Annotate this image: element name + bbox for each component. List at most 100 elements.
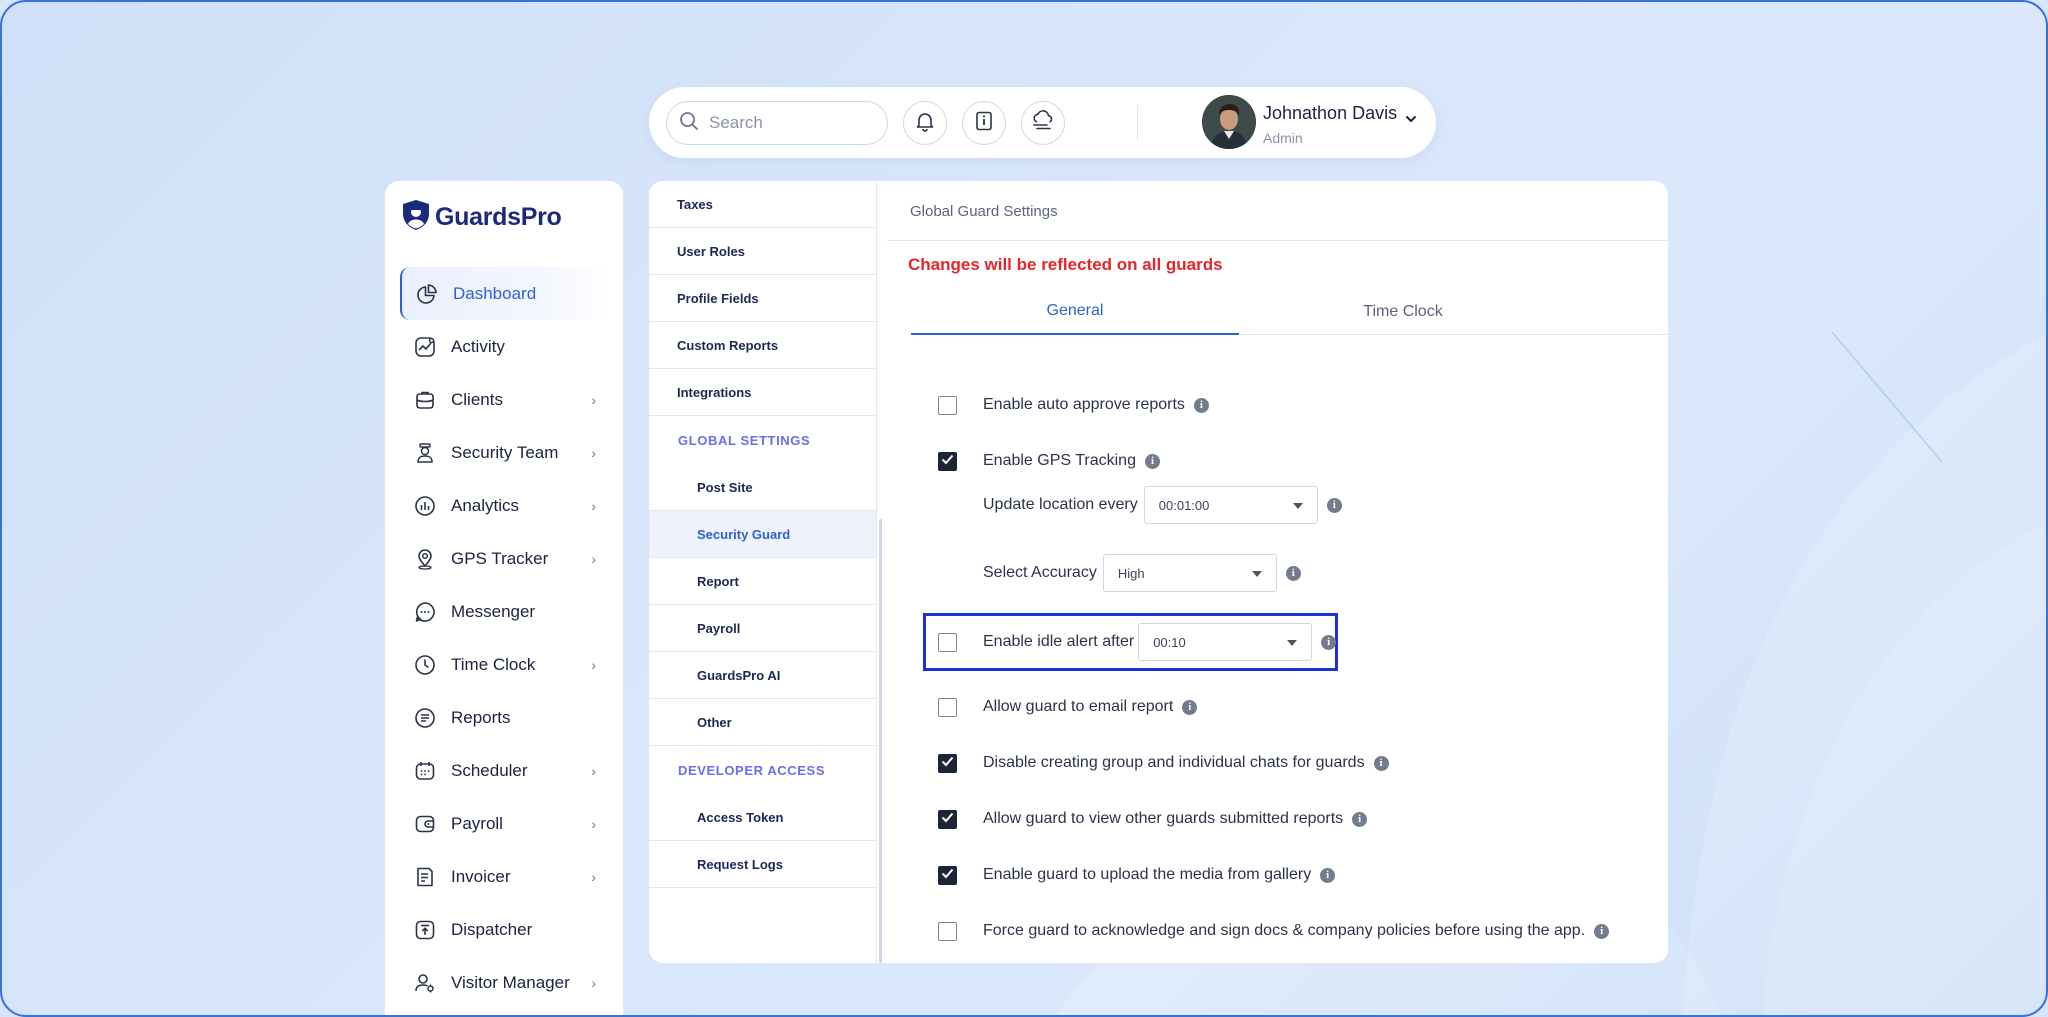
weather-button[interactable] — [1021, 101, 1065, 145]
shield-logo-icon — [401, 199, 431, 236]
info-icon[interactable]: i — [1594, 923, 1610, 939]
option-label: Allow guard to email report — [983, 698, 1174, 715]
sidebar-item-invoicer[interactable]: Invoicer › — [400, 850, 610, 903]
activity-icon — [414, 336, 436, 358]
info-icon[interactable]: i — [1326, 497, 1342, 513]
chevron-right-icon: › — [591, 869, 596, 885]
brand-logo[interactable]: GuardsPro — [401, 199, 562, 236]
info-icon[interactable]: i — [1182, 699, 1198, 715]
sidebar-item-dispatcher[interactable]: Dispatcher — [400, 903, 610, 956]
sidebar-item-messenger[interactable]: Messenger — [400, 585, 610, 638]
user-name: Johnathon Davis — [1263, 103, 1398, 123]
developer-access-heading: DEVELOPER ACCESS — [678, 762, 826, 778]
option-auto-approve: Enable auto approve reports i — [938, 390, 1209, 420]
settings-nav-access-token[interactable]: Access Token — [649, 794, 876, 841]
brand-name: GuardsPro — [435, 203, 562, 231]
settings-nav-integrations[interactable]: Integrations — [649, 369, 876, 416]
tab-general[interactable]: General — [911, 289, 1239, 335]
wallet-icon — [414, 813, 436, 835]
sidebar-item-security-team[interactable]: Security Team › — [400, 426, 610, 479]
sidebar-item-activity[interactable]: Activity — [400, 320, 610, 373]
sidebar-item-analytics[interactable]: Analytics › — [400, 479, 610, 532]
info-document-button[interactable] — [962, 101, 1006, 145]
search-box[interactable] — [666, 101, 888, 145]
search-icon — [679, 111, 699, 136]
option-label: Enable guard to upload the media from ga… — [983, 866, 1312, 883]
view-reports-checkbox[interactable] — [938, 809, 957, 829]
sidebar-item-gps-tracker[interactable]: GPS Tracker › — [400, 532, 610, 585]
idle-alert-checkbox[interactable] — [938, 632, 957, 652]
checkmark-icon — [941, 810, 954, 828]
search-input[interactable] — [709, 113, 869, 133]
avatar[interactable] — [1202, 95, 1256, 149]
option-accuracy: Select Accuracy High i — [983, 553, 1301, 593]
info-icon[interactable]: i — [1352, 811, 1368, 827]
email-report-checkbox[interactable] — [938, 697, 957, 717]
global-settings-heading: GLOBAL SETTINGS — [678, 432, 811, 448]
info-icon[interactable]: i — [1320, 867, 1336, 883]
sidebar-item-clients[interactable]: Clients › — [400, 373, 610, 426]
auto-approve-checkbox[interactable] — [938, 395, 957, 415]
caret-down-icon — [1251, 571, 1262, 577]
sidebar-item-scheduler[interactable]: Scheduler › — [400, 744, 610, 797]
option-idle-alert: Enable idle alert after 00:10 i — [938, 622, 1337, 662]
location-pin-icon — [414, 548, 436, 570]
guard-icon — [414, 442, 436, 464]
sidebar-item-dashboard[interactable]: Dashboard — [400, 267, 610, 320]
acknowledge-docs-checkbox[interactable] — [938, 921, 957, 941]
settings-nav-payroll[interactable]: Payroll — [649, 605, 876, 652]
chevron-right-icon: › — [591, 657, 596, 673]
info-icon[interactable]: i — [1285, 565, 1301, 581]
chat-bubble-icon — [414, 601, 436, 623]
info-icon[interactable]: i — [1373, 755, 1389, 771]
settings-nav-guardspro-ai[interactable]: GuardsPro AI — [649, 652, 876, 699]
chevron-right-icon: › — [591, 763, 596, 779]
upload-media-checkbox[interactable] — [938, 865, 957, 885]
settings-nav-security-guard[interactable]: Security Guard — [649, 511, 876, 558]
topbar-divider — [1137, 105, 1138, 141]
notifications-button[interactable] — [903, 101, 947, 145]
warning-notice: Changes will be reflected on all guards — [908, 255, 1223, 274]
sidebar-item-reports[interactable]: Reports — [400, 691, 610, 744]
sidebar-item-time-clock[interactable]: Time Clock › — [400, 638, 610, 691]
checkmark-icon — [941, 754, 954, 772]
chevron-right-icon: › — [591, 975, 596, 991]
settings-nav-custom-reports[interactable]: Custom Reports — [649, 322, 876, 369]
document-list-icon — [414, 707, 436, 729]
title-divider — [887, 240, 1668, 241]
accuracy-select[interactable]: High — [1102, 554, 1277, 592]
sidebar-item-label: Dispatcher — [451, 919, 533, 939]
tab-time-clock[interactable]: Time Clock — [1239, 289, 1567, 335]
update-location-select[interactable]: 00:01:00 — [1143, 486, 1318, 524]
option-email-report: Allow guard to email report i — [938, 692, 1198, 722]
sidebar-item-label: Messenger — [451, 601, 536, 621]
settings-nav-report[interactable]: Report — [649, 558, 876, 605]
settings-nav-post-site[interactable]: Post Site — [649, 464, 876, 511]
page-title: Global Guard Settings — [910, 203, 1058, 220]
gps-tracking-checkbox[interactable] — [938, 451, 957, 471]
option-upload-media: Enable guard to upload the media from ga… — [938, 860, 1336, 890]
info-icon[interactable]: i — [1144, 453, 1160, 469]
settings-nav-user-roles[interactable]: User Roles — [649, 228, 876, 275]
settings-nav-scrollbar[interactable] — [879, 519, 882, 963]
option-label: Force guard to acknowledge and sign docs… — [983, 922, 1586, 939]
settings-nav-taxes[interactable]: Taxes — [649, 181, 876, 228]
user-role: Admin — [1263, 130, 1303, 146]
idle-alert-select[interactable]: 00:10 — [1138, 623, 1313, 661]
settings-nav-profile-fields[interactable]: Profile Fields — [649, 275, 876, 322]
sidebar-item-label: Security Team — [451, 442, 559, 462]
option-label: Enable auto approve reports — [983, 396, 1185, 413]
chevron-right-icon: › — [591, 551, 596, 567]
sidebar-item-label: Reports — [451, 707, 511, 727]
sidebar-item-payroll[interactable]: Payroll › — [400, 797, 610, 850]
chevron-down-icon — [1404, 113, 1418, 130]
settings-tabs: General Time Clock — [911, 289, 1668, 335]
settings-nav-request-logs[interactable]: Request Logs — [649, 841, 876, 888]
sidebar-item-visitor-manager[interactable]: Visitor Manager › — [400, 956, 610, 1009]
disable-chats-checkbox[interactable] — [938, 753, 957, 773]
settings-nav-other[interactable]: Other — [649, 699, 876, 746]
info-icon[interactable]: i — [1193, 397, 1209, 413]
info-icon[interactable]: i — [1321, 634, 1337, 650]
checkmark-icon — [941, 452, 954, 470]
user-menu-toggle[interactable] — [1404, 112, 1418, 131]
